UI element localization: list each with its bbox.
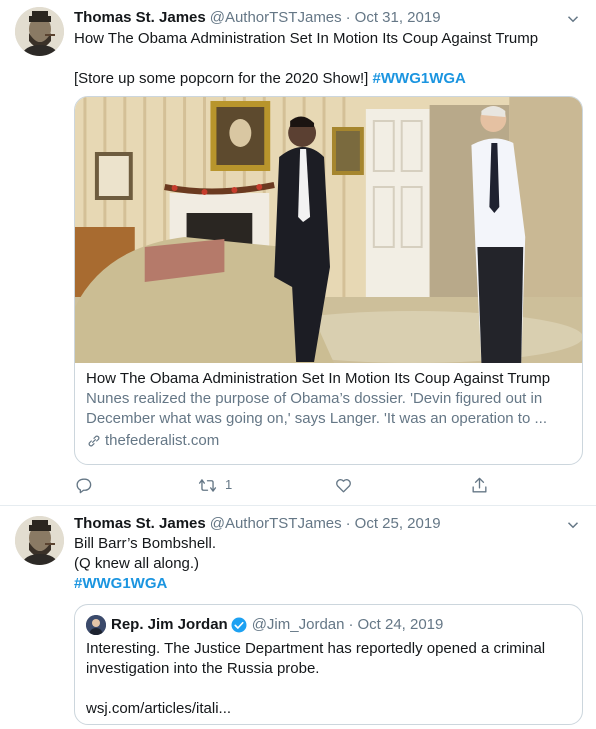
tweet-header: Thomas St. James @AuthorTSTJames · Oct 3… <box>74 8 582 28</box>
tweet-content: Thomas St. James @AuthorTSTJames · Oct 3… <box>74 8 582 89</box>
tweet[interactable]: Thomas St. James @AuthorTSTJames · Oct 3… <box>0 0 596 506</box>
quoted-tweet-date: Oct 24, 2019 <box>357 616 444 633</box>
tweet-text-line: How The Obama Administration Set In Moti… <box>74 30 539 47</box>
author-name[interactable]: Thomas St. James <box>74 8 206 28</box>
tweet-text-line: (Q knew all along.) <box>74 555 200 572</box>
quoted-author-name: Rep. Jim Jordan <box>111 616 228 633</box>
tweet[interactable]: Thomas St. James @AuthorTSTJames · Oct 2… <box>0 506 596 729</box>
retweet-button[interactable]: 1 <box>198 475 334 495</box>
card-domain-text: thefederalist.com <box>105 432 220 449</box>
author-handle[interactable]: @AuthorTSTJames <box>210 514 342 534</box>
card-domain[interactable]: thefederalist.com <box>86 431 571 451</box>
author-avatar[interactable] <box>15 7 64 56</box>
reply-icon <box>76 477 92 493</box>
article-image <box>75 97 582 363</box>
verified-badge-icon <box>231 617 247 633</box>
quoted-tweet[interactable]: Rep. Jim Jordan @Jim_Jordan · Oct 24, 20… <box>74 604 583 725</box>
author-avatar[interactable] <box>15 516 64 565</box>
quoted-tweet-text: Interesting. The Justice Department has … <box>86 640 546 677</box>
tweet-actions: 1 <box>74 474 489 496</box>
link-icon <box>88 435 100 447</box>
tweet-text-line: [Store up some popcorn for the 2020 Show… <box>74 69 582 89</box>
chevron-down-icon[interactable] <box>564 10 582 28</box>
tweet-text: [Store up some popcorn for the 2020 Show… <box>74 70 369 87</box>
retweet-icon <box>198 478 217 492</box>
share-icon <box>472 477 487 493</box>
link-card[interactable]: How The Obama Administration Set In Moti… <box>74 96 583 465</box>
heart-icon <box>336 478 351 493</box>
tweet-content: Thomas St. James @AuthorTSTJames · Oct 2… <box>74 514 582 594</box>
separator: · <box>345 515 351 532</box>
tweet-date[interactable]: Oct 31, 2019 <box>355 8 441 28</box>
quoted-author-handle: @Jim_Jordan <box>251 616 345 633</box>
tweet-text-line: #WWG1WGA <box>74 574 582 594</box>
like-button[interactable] <box>334 476 470 495</box>
tweet-date[interactable]: Oct 25, 2019 <box>355 514 441 534</box>
quoted-tweet-link[interactable]: wsj.com/articles/itali... <box>86 699 571 719</box>
share-button[interactable] <box>470 476 489 495</box>
separator: · <box>345 9 351 26</box>
hashtag-link[interactable]: #WWG1WGA <box>74 575 167 592</box>
separator: · <box>348 616 354 633</box>
quoted-author-avatar <box>86 615 106 635</box>
chevron-down-icon[interactable] <box>564 516 582 534</box>
hashtag-link[interactable]: #WWG1WGA <box>373 70 466 87</box>
card-body: How The Obama Administration Set In Moti… <box>86 369 571 451</box>
card-description: Nunes realized the purpose of Obama’s do… <box>86 390 547 427</box>
tweet-text-line: Bill Barr’s Bombshell. <box>74 535 216 552</box>
retweet-count: 1 <box>225 477 233 492</box>
author-name[interactable]: Thomas St. James <box>74 514 206 534</box>
reply-button[interactable] <box>74 476 198 495</box>
tweet-header: Thomas St. James @AuthorTSTJames · Oct 2… <box>74 514 582 534</box>
quoted-tweet-header: Rep. Jim Jordan @Jim_Jordan · Oct 24, 20… <box>86 615 571 635</box>
author-handle[interactable]: @AuthorTSTJames <box>210 8 342 28</box>
card-title[interactable]: How The Obama Administration Set In Moti… <box>86 369 571 389</box>
